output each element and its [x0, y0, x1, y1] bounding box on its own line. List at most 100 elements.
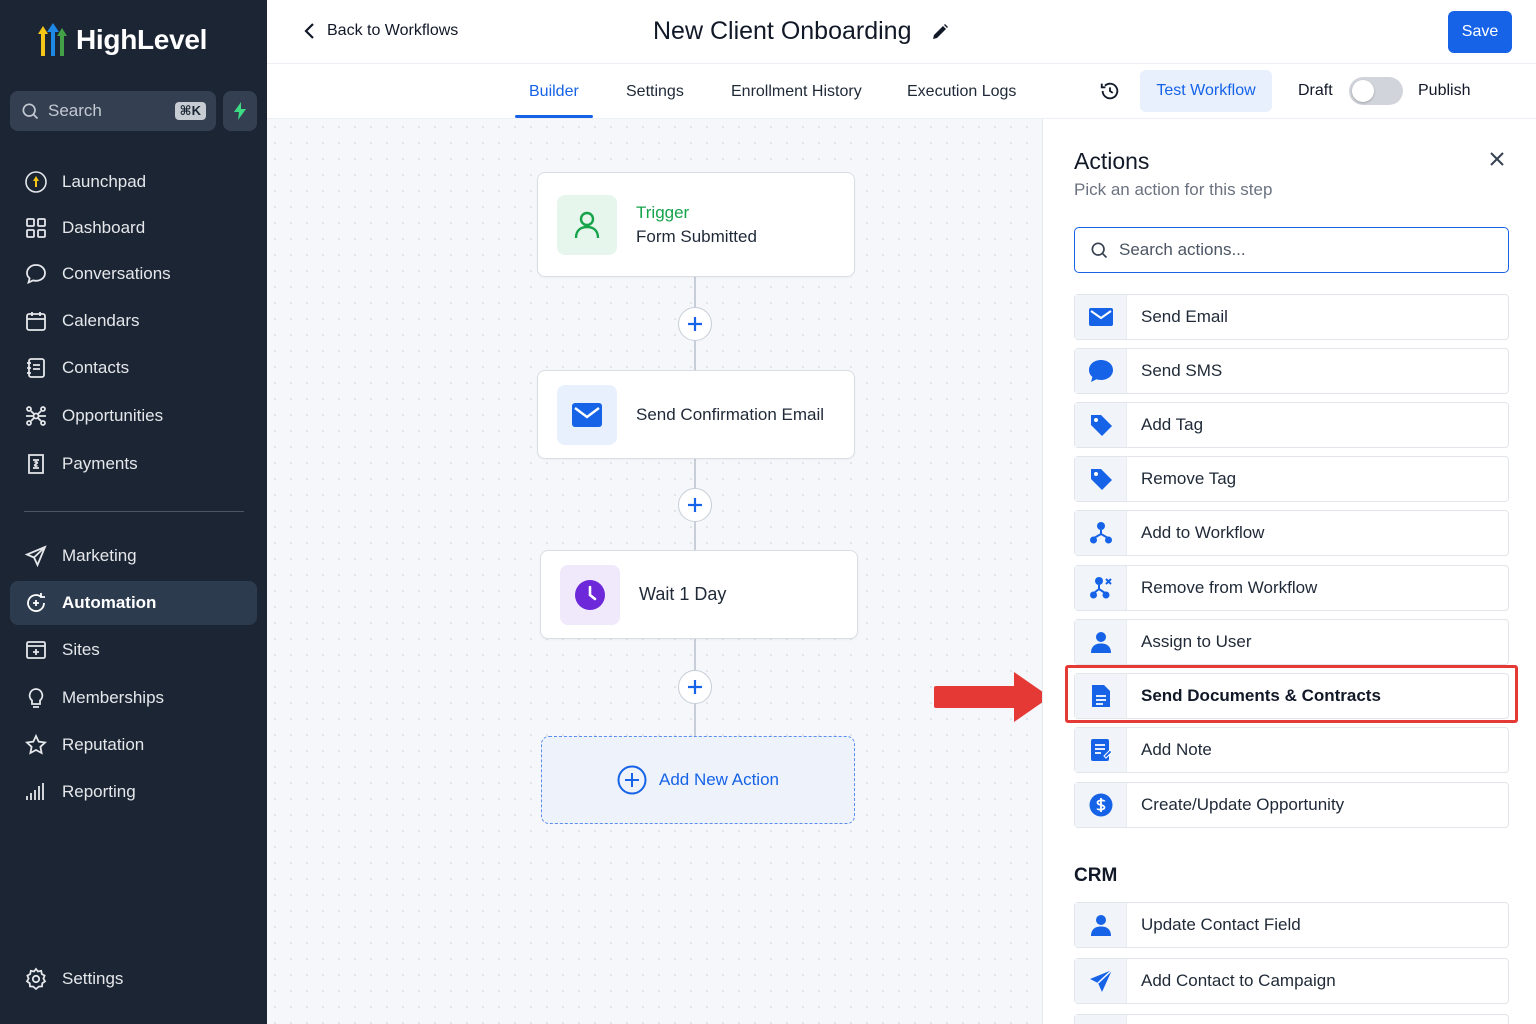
action-icon-tile [1075, 783, 1127, 827]
tag-icon [1090, 415, 1112, 436]
sidebar-item-label: Calendars [62, 311, 140, 330]
sidebar-item-label: Memberships [62, 688, 165, 707]
toggle-knob [1352, 80, 1374, 102]
action-create-update-opportunity[interactable]: Create/Update Opportunity [1074, 782, 1509, 828]
sidebar-item-sites[interactable]: Sites [10, 628, 257, 672]
quick-action-button[interactable] [223, 91, 257, 131]
action-add-contact-to-campaign[interactable]: Add Contact to Campaign [1074, 958, 1509, 1004]
star-icon [24, 733, 48, 755]
sidebar-item-contacts[interactable]: Contacts [10, 346, 257, 390]
action-add-note[interactable]: Add Note [1074, 727, 1509, 773]
back-to-workflows-link[interactable]: Back to Workflows [303, 22, 458, 40]
calendar-icon [26, 312, 46, 331]
test-workflow-button[interactable]: Test Workflow [1140, 70, 1272, 112]
publish-toggle[interactable] [1349, 77, 1403, 105]
logo-arrows-icon [38, 23, 67, 56]
sidebar-item-memberships[interactable]: Memberships [10, 676, 257, 720]
tab-enrollment-history[interactable]: Enrollment History [731, 64, 862, 119]
wait-icon-tile [560, 564, 620, 625]
search-shortcut-badge: ⌘K [174, 102, 206, 120]
action-icon-tile [1075, 903, 1127, 947]
action-label: Update Contact Field [1141, 915, 1301, 934]
tab-execution-logs[interactable]: Execution Logs [907, 64, 1016, 119]
add-step-button[interactable] [678, 488, 712, 522]
dollar-circle-icon [1089, 793, 1112, 817]
sidebar-item-reporting[interactable]: Reporting [10, 770, 257, 814]
tab-settings[interactable]: Settings [626, 64, 684, 119]
action-send-email[interactable]: Send Email [1074, 294, 1509, 340]
sidebar-item-label: Contacts [62, 358, 130, 377]
sidebar-item-label: Automation [62, 593, 157, 612]
sites-icon [26, 641, 46, 659]
action-label: Create/Update Opportunity [1141, 795, 1345, 814]
add-step-button[interactable] [678, 307, 712, 341]
plus-icon [688, 680, 702, 694]
save-button[interactable]: Save [1448, 11, 1512, 53]
action-label: Add Note [1141, 740, 1212, 759]
plus-circle-icon [617, 765, 647, 795]
action-label: Remove Tag [1141, 469, 1237, 488]
action-icon-tile [1075, 1014, 1127, 1024]
highlevel-logo[interactable]: HighLevel [32, 20, 207, 60]
sidebar-item-marketing[interactable]: Marketing [10, 534, 257, 578]
conversations-icon [26, 264, 46, 285]
pencil-icon[interactable] [931, 23, 949, 41]
opportunities-icon [26, 406, 46, 426]
sidebar-item-label: Settings [62, 969, 124, 988]
sidebar-item-label: Launchpad [62, 172, 147, 191]
sidebar-item-settings[interactable]: Settings [10, 957, 257, 1001]
action-row-partial[interactable] [1074, 1014, 1509, 1024]
workflow-icon [1089, 522, 1112, 544]
add-step-button[interactable] [678, 670, 712, 704]
close-icon[interactable] [1487, 149, 1507, 169]
action-label: Send SMS [1141, 361, 1223, 380]
action-icon-tile [1075, 959, 1127, 1003]
action-assign-to-user[interactable]: Assign to User [1074, 619, 1509, 665]
action-icon-tile [1075, 620, 1127, 664]
publish-label: Publish [1418, 82, 1471, 99]
brand-name: HighLevel [76, 24, 208, 55]
sidebar-item-opportunities[interactable]: Opportunities [10, 394, 257, 438]
sidebar-item-payments[interactable]: Payments [10, 442, 257, 486]
sidebar-item-calendars[interactable]: Calendars [10, 299, 257, 343]
actions-search-input[interactable]: Search actions... [1074, 227, 1509, 273]
plus-icon [688, 498, 702, 512]
note-icon [1090, 739, 1112, 761]
action-remove-from-workflow[interactable]: Remove from Workflow [1074, 565, 1509, 611]
tab-builder[interactable]: Builder [529, 64, 579, 119]
trigger-node[interactable]: Trigger Form Submitted [537, 172, 855, 277]
draft-label: Draft [1298, 82, 1333, 99]
action-remove-tag[interactable]: Remove Tag [1074, 456, 1509, 502]
action-icon-tile [1075, 511, 1127, 555]
wait-node[interactable]: Wait 1 Day [540, 550, 858, 639]
action-icon-tile [1075, 403, 1127, 447]
action-update-contact-field[interactable]: Update Contact Field [1074, 902, 1509, 948]
add-new-action-button[interactable]: Add New Action [541, 736, 855, 824]
action-send-sms[interactable]: Send SMS [1074, 348, 1509, 394]
actions-panel: Actions Pick an action for this step Sea… [1042, 119, 1536, 1024]
sidebar-item-label: Opportunities [62, 406, 164, 425]
send-email-node[interactable]: Send Confirmation Email [537, 370, 855, 459]
sidebar-item-reputation[interactable]: Reputation [10, 723, 257, 767]
envelope-icon [1088, 308, 1113, 326]
history-icon[interactable] [1099, 80, 1121, 102]
sidebar-item-automation[interactable]: Automation [10, 581, 257, 625]
gear-icon [25, 967, 47, 991]
sidebar-item-launchpad[interactable]: Launchpad [10, 160, 257, 204]
user-icon [1090, 632, 1111, 653]
action-label: Add Contact to Campaign [1141, 971, 1336, 990]
sidebar-item-label: Dashboard [62, 218, 146, 237]
workflow-canvas[interactable]: Trigger Form Submitted Send Confirmation… [267, 119, 1042, 1024]
active-tab-indicator [515, 115, 593, 118]
action-add-tag[interactable]: Add Tag [1074, 402, 1509, 448]
action-add-to-workflow[interactable]: Add to Workflow [1074, 510, 1509, 556]
step-label: Wait 1 Day [639, 584, 727, 604]
trigger-text: Trigger Form Submitted [636, 203, 757, 247]
sidebar-item-conversations[interactable]: Conversations [10, 252, 257, 296]
highlight-box [1065, 665, 1518, 723]
contacts-icon [27, 358, 45, 378]
lightning-icon [234, 102, 246, 120]
sidebar-item-dashboard[interactable]: Dashboard [10, 206, 257, 250]
sidebar-item-label: Payments [62, 454, 138, 473]
sidebar-search[interactable]: Search ⌘K [10, 91, 216, 131]
